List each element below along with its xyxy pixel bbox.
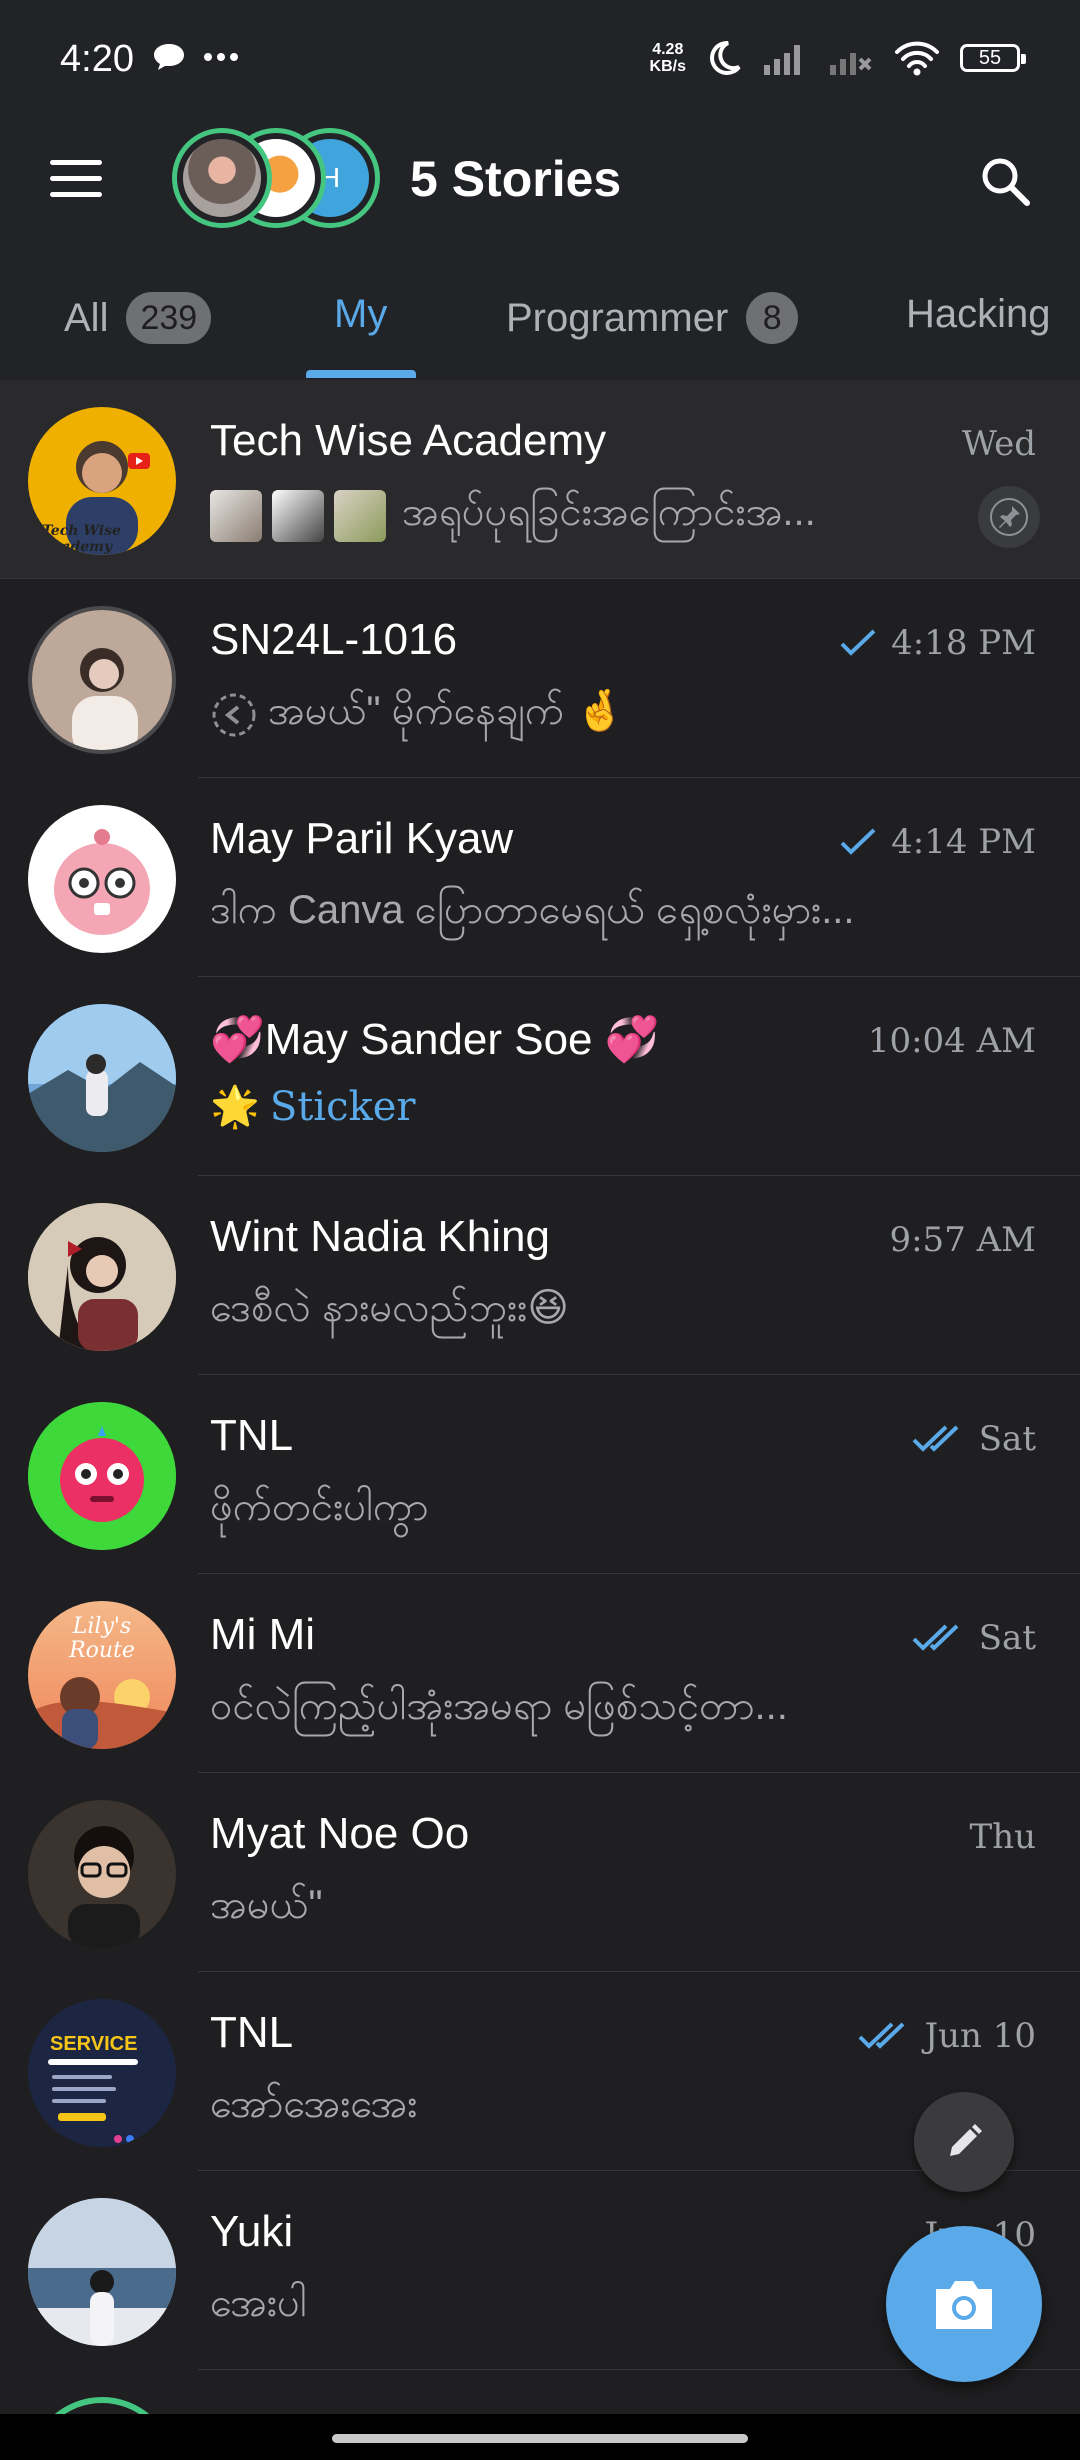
menu-icon [50, 160, 102, 165]
chat-preview: ဒေစီလဲ နားမလည်ဘူးး😆 [210, 1286, 569, 1330]
wifi-icon [895, 41, 939, 76]
chat-name: TNL [210, 2008, 294, 2057]
moon-icon [710, 40, 741, 75]
sticker-emoji: 🌟 [210, 1085, 260, 1129]
avatar: SERVICE [28, 1999, 176, 2147]
chat-row[interactable]: Myat Noe Oo Thu အမယ်" [0, 1773, 1080, 1972]
more-dots-icon [204, 53, 238, 61]
double-check-icon [912, 1425, 959, 1452]
avatar-label: SERVICE [50, 2033, 138, 2055]
search-icon [982, 158, 1030, 206]
read-check-icon [840, 828, 876, 855]
avatar [28, 606, 176, 754]
avatar [28, 1402, 176, 1550]
chat-row[interactable]: May Paril Kyaw 4:14 PM ဒါက Canva ပြောတာမ… [0, 778, 1080, 977]
folder-tabs: All 239 My Programmer 8 Hacking [0, 236, 1080, 381]
avatar [28, 1800, 176, 1948]
chat-preview: ဝင်လဲကြည့်ပါအုံးအမရာ မဖြစ်သင့်တာ... [210, 1684, 788, 1728]
chat-name: TNL [210, 1411, 294, 1460]
chat-name: SN24L-1016 [210, 615, 458, 664]
camera-story-button[interactable] [886, 2226, 1042, 2382]
chat-name: Mi Mi [210, 1610, 316, 1659]
compose-button[interactable] [914, 2092, 1014, 2192]
chat-preview: အမယ်" [210, 1883, 323, 1927]
battery-indicator: 55 [960, 44, 1026, 72]
stories-title[interactable]: 5 Stories [410, 150, 621, 208]
status-bar: 4:20 4.28 KB/s 55 [0, 0, 1080, 120]
chat-name: Tech Wise Academy [210, 416, 607, 465]
double-check-icon [912, 1624, 959, 1651]
avatar-label: Lily's Route [69, 1614, 135, 1663]
pin-icon [978, 486, 1040, 548]
chat-time: Thu [969, 1817, 1036, 1857]
avatar-label: Tech Wise Academy [42, 523, 121, 555]
pencil-icon [950, 2124, 982, 2156]
avatar: Lily's Route [28, 1601, 176, 1749]
media-thumbnail [210, 489, 262, 542]
chat-preview: ဒါက Canva ပြောတာမေရယ် ရှေ့စလုံးမှား... [210, 888, 855, 932]
chat-name: 💞May Sander Soe 💞 [210, 1015, 660, 1064]
chat-time: Jun 10 [857, 2016, 1036, 2056]
stories-avatars[interactable]: H [172, 128, 382, 232]
chat-row[interactable]: Wint Nadia Khing 9:57 AM ဒေစီလဲ နားမလည်ဘ… [0, 1176, 1080, 1375]
chat-row[interactable]: TNL Sat ဖိုက်တင်းပါကွာ [0, 1375, 1080, 1574]
chat-time: 4:18 PM [839, 623, 1036, 663]
chat-name: May Paril Kyaw [210, 814, 514, 863]
signal-no-sim-icon [830, 53, 872, 75]
story-avatar [172, 128, 272, 228]
chat-preview: အော်အေးအေး [210, 2082, 418, 2126]
chat-name: Wint Nadia Khing [210, 1212, 550, 1261]
active-tab-indicator [306, 370, 416, 378]
chat-preview: ဖိုက်တင်းပါကွာ [210, 1485, 429, 1529]
media-thumbnail [272, 489, 324, 542]
telegram-app: 4:20 4.28 KB/s 55 H 5 Stories All 239 My… [0, 0, 1080, 2460]
chat-preview: 🌟 Sticker [210, 1083, 416, 1130]
chat-row[interactable]: SN24L-1016 4:18 PM အမယ်" မိုက်နေချက် 🤞 [0, 579, 1080, 778]
tab-my[interactable]: My [334, 292, 387, 337]
avatar [28, 2198, 176, 2346]
chat-time: 10:04 AM [867, 1021, 1036, 1061]
tab-all[interactable]: All 239 [64, 292, 212, 344]
reply-arrow-icon [212, 693, 256, 736]
avatar: Tech Wise Academy [28, 407, 176, 555]
search-button[interactable] [976, 152, 1036, 212]
status-notification-icons [152, 42, 238, 72]
chat-preview: အရုပ်ပုရခြင်းအကြောင်းအ... [210, 486, 816, 545]
header: H 5 Stories [0, 120, 1080, 236]
media-thumbnail [334, 489, 386, 542]
chat-name: Myat Noe Oo [210, 1809, 470, 1858]
chat-name: Yuki [210, 2207, 294, 2256]
network-speed: 4.28 KB/s [649, 41, 686, 75]
chat-bubble-icon [154, 44, 184, 70]
chat-row[interactable]: Tech Wise Academy Tech Wise Academy Wed … [0, 380, 1080, 579]
chat-time: 9:57 AM [889, 1220, 1036, 1260]
avatar [28, 805, 176, 953]
chat-preview: အေးပါ [210, 2281, 307, 2325]
chat-time: Sat [911, 1419, 1036, 1459]
avatar [28, 1203, 176, 1351]
status-time: 4:20 [60, 38, 134, 80]
status-right-icons: 4.28 KB/s 55 [649, 40, 1026, 76]
chat-row[interactable]: Lily's Route Mi Mi Sat ဝင်လဲကြည့်ပါအုံးအ… [0, 1574, 1080, 1773]
avatar [28, 1004, 176, 1152]
menu-button[interactable] [50, 160, 102, 198]
read-check-icon [840, 629, 876, 656]
chat-preview: အမယ်" မိုက်နေချက် 🤞 [210, 685, 625, 744]
chat-time: Wed [961, 424, 1036, 464]
unread-badge: 8 [746, 292, 799, 344]
tab-programmer[interactable]: Programmer 8 [506, 292, 799, 344]
chat-time: Sat [911, 1618, 1036, 1658]
chat-row[interactable]: 💞May Sander Soe 💞 10:04 AM 🌟 Sticker [0, 977, 1080, 1176]
unread-badge: 239 [126, 292, 212, 344]
camera-icon [936, 2281, 992, 2329]
home-indicator[interactable] [332, 2434, 748, 2443]
tab-hacking[interactable]: Hacking [906, 292, 1051, 337]
double-check-icon [858, 2022, 904, 2049]
chat-time: 4:14 PM [839, 822, 1036, 862]
signal-icon [764, 45, 800, 75]
